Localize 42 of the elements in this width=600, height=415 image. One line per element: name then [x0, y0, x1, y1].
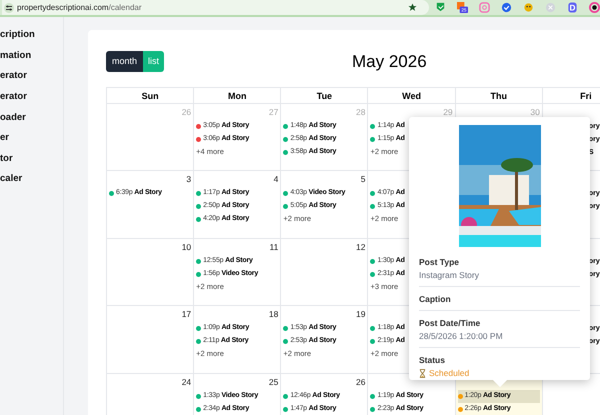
month-title: May 2026 [352, 51, 427, 73]
day-number: 12 [356, 240, 366, 254]
flag-icon[interactable] [435, 2, 446, 13]
status-text: Scheduled [429, 367, 470, 380]
day-number: 17 [182, 308, 192, 321]
field-label: Caption [419, 293, 452, 305]
day-number: 11 [270, 240, 278, 254]
day-number: 27 [268, 106, 278, 118]
check-icon[interactable] [501, 2, 512, 13]
field-value: 28/5/2026 1:20:00 PM [419, 330, 504, 342]
day-number: 5 [360, 173, 366, 186]
field-label: Post Type [419, 256, 460, 268]
day-number: 25 [268, 376, 278, 388]
day-number: 30 [530, 106, 540, 118]
sidebar-item[interactable]: oader [0, 107, 63, 128]
letter-icon[interactable]: D [567, 2, 578, 13]
view-tab[interactable]: month [106, 51, 144, 72]
day-number: 26 [356, 376, 366, 388]
sidebar-item[interactable]: er [0, 128, 63, 149]
sidebar-item[interactable]: erator [0, 66, 63, 87]
sidebar-item[interactable]: caler [0, 169, 63, 190]
day-number: 29 [443, 106, 453, 118]
sidebar-item[interactable]: tor [0, 148, 63, 170]
day-number: 4 [274, 173, 278, 186]
day-number: 26 [182, 106, 192, 118]
sidebar-item[interactable]: cription [0, 25, 63, 46]
field-value: Instagram Story [419, 269, 480, 281]
day-number: 28 [356, 106, 366, 118]
field-label: Post Date/Time [419, 317, 482, 329]
emoji-icon[interactable] [523, 2, 534, 13]
day-number: 10 [182, 240, 192, 254]
field-label: Status [419, 354, 446, 366]
hourglass-icon [419, 368, 426, 378]
day-number: 24 [182, 376, 192, 388]
day-number: 18 [268, 308, 278, 321]
sidebar-item[interactable]: mation [0, 46, 63, 66]
site-settings-icon[interactable] [4, 2, 14, 12]
sidebar-item[interactable]: erator [0, 86, 63, 108]
ring-icon[interactable] [589, 2, 600, 13]
day-number: 19 [356, 308, 366, 321]
bookmark-star-icon[interactable] [408, 3, 417, 12]
day-number: 3 [186, 173, 192, 186]
